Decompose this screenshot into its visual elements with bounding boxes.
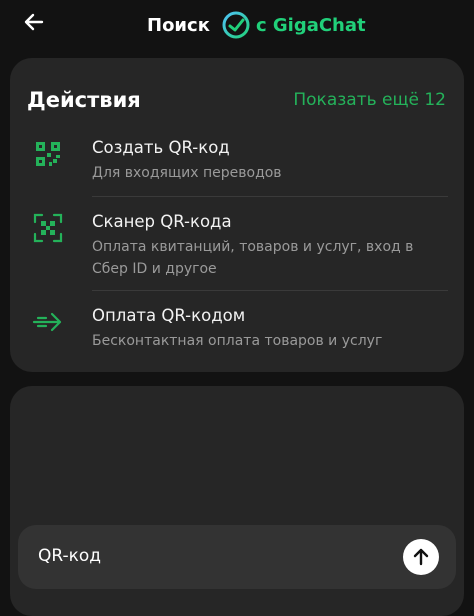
qr-code-icon: [36, 142, 60, 166]
divider: [92, 196, 448, 197]
gigachat-label: с GigaChat: [255, 14, 366, 36]
action-item-title: Сканер QR-кода: [92, 212, 232, 231]
back-button[interactable]: [22, 10, 46, 34]
actions-title: Действия: [27, 88, 141, 112]
search-input[interactable]: QR-код: [38, 546, 101, 566]
action-item-subtitle: Оплата квитанций, товаров и услуг, вход …: [92, 239, 414, 277]
page-title: Поиск: [147, 14, 210, 36]
action-item-subtitle: Бесконтактная оплата товаров и услуг: [92, 333, 383, 349]
send-button[interactable]: [403, 539, 439, 575]
action-item-qr-scanner[interactable]: Сканер QR-кода Оплата квитанций, товаров…: [10, 204, 464, 284]
action-item-subtitle: Для входящих переводов: [92, 165, 282, 181]
action-item-title: Создать QR-код: [92, 138, 230, 157]
arrow-right-icon: [32, 312, 62, 332]
action-item-qr-payment[interactable]: Оплата QR-кодом Бесконтактная оплата тов…: [10, 298, 464, 358]
divider: [92, 290, 448, 291]
search-input-bar[interactable]: QR-код: [18, 525, 456, 589]
action-item-title: Оплата QR-кодом: [92, 306, 246, 325]
arrow-up-icon: [413, 548, 429, 566]
header-title: Поиск с GigaChat: [147, 11, 366, 39]
action-item-create-qr[interactable]: Создать QR-код Для входящих переводов: [10, 130, 464, 192]
arrow-left-icon: [24, 13, 44, 31]
qr-scanner-icon: [33, 213, 63, 243]
gigachat-logo-icon: [222, 11, 250, 39]
actions-card: Действия Показать ещё 12 Создать QR-код …: [10, 58, 464, 372]
header: Поиск с GigaChat: [0, 0, 474, 48]
show-more-link[interactable]: Показать ещё 12: [293, 90, 446, 110]
